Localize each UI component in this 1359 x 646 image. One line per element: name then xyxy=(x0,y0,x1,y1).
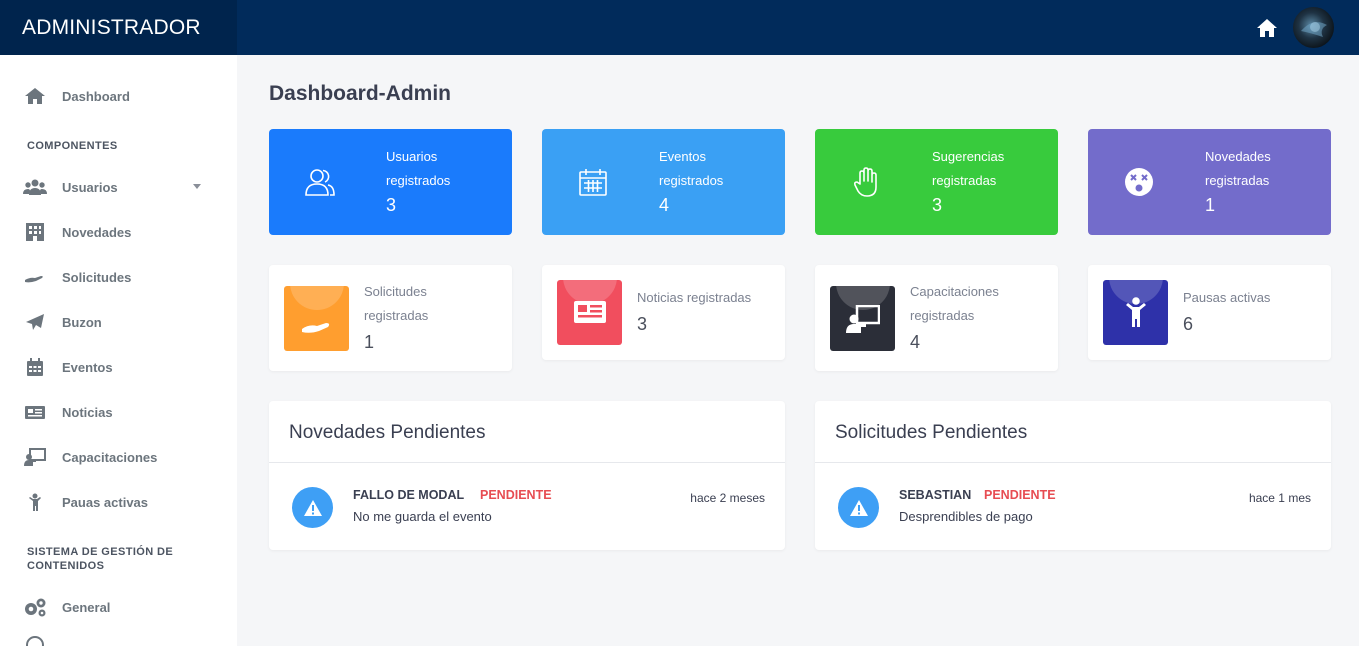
stat-label: Eventos registrados xyxy=(659,149,724,188)
dizzy-face-icon xyxy=(1122,165,1156,199)
item-description: Desprendibles de pago xyxy=(899,509,1033,524)
stat-card-novedades[interactable]: Novedades registradas 1 xyxy=(1088,129,1331,235)
panel-title: Solicitudes Pendientes xyxy=(835,422,1028,443)
child-icon xyxy=(23,491,47,513)
panel-solicitudes-pendientes: Solicitudes Pendientes SEBASTIAN PENDIEN… xyxy=(815,401,1331,550)
paper-plane-icon xyxy=(23,311,47,333)
sidebar-item-label: Pauas activas xyxy=(62,494,149,510)
stat-value: 1 xyxy=(364,332,375,352)
home-icon xyxy=(23,85,47,107)
panel-header: Solicitudes Pendientes xyxy=(815,401,1331,463)
stat-card-sugerencias[interactable]: Sugerencias registradas 3 xyxy=(815,129,1058,235)
sidebar-item-novedades[interactable]: Novedades xyxy=(0,212,237,252)
sidebar-item-dashboard[interactable]: Dashboard xyxy=(0,76,237,116)
section-sistema: SISTEMA DE GESTIÓN DE CONTENIDOS xyxy=(27,545,173,573)
panel-novedades-pendientes: Novedades Pendientes FALLO DE MODAL PEND… xyxy=(269,401,785,550)
sidebar-item-general[interactable]: General xyxy=(0,587,237,627)
child-icon xyxy=(1124,297,1148,332)
sidebar-item-partial[interactable] xyxy=(0,630,237,646)
section-sistema-line2: CONTENIDOS xyxy=(27,560,105,572)
stat-value: 3 xyxy=(637,314,648,334)
item-name[interactable]: SEBASTIAN xyxy=(899,488,971,502)
brand-title[interactable]: ADMINISTRADOR xyxy=(0,0,237,55)
item-name[interactable]: FALLO DE MODAL xyxy=(353,488,464,502)
sidebar-item-label: Capacitaciones xyxy=(62,449,158,465)
sidebar-item-eventos[interactable]: Eventos xyxy=(0,347,237,387)
chalkboard-teacher-icon xyxy=(23,446,47,468)
stat-label: Pausas activas xyxy=(1183,290,1271,305)
home-icon[interactable] xyxy=(1256,18,1278,38)
stat-label: Noticias registradas xyxy=(637,290,752,305)
stat-card-capacitaciones[interactable]: Capacitaciones registradas 4 xyxy=(815,265,1058,371)
sidebar-item-capacitaciones[interactable]: Capacitaciones xyxy=(0,437,237,477)
item-time: hace 1 mes xyxy=(1248,491,1311,505)
tile-solicitudes xyxy=(284,286,349,351)
stat-card-eventos[interactable]: Eventos registrados 4 xyxy=(542,129,785,235)
hand-holding-icon xyxy=(300,317,334,340)
cogs-icon xyxy=(23,596,47,618)
chalkboard-teacher-icon xyxy=(845,304,880,338)
user-avatar[interactable] xyxy=(1293,7,1334,48)
sidebar-item-solicitudes[interactable]: Solicitudes xyxy=(0,257,237,297)
stat-value: 3 xyxy=(932,195,943,215)
section-sistema-line1: SISTEMA DE GESTIÓN DE xyxy=(27,546,174,558)
sidebar-item-label: Novedades xyxy=(62,224,132,240)
item-time: hace 2 meses xyxy=(690,491,765,505)
calendar-icon xyxy=(576,165,610,199)
stat-card-usuarios[interactable]: Usuarios registrados 3 xyxy=(269,129,512,235)
hand-paper-icon xyxy=(849,165,883,199)
top-navbar: ADMINISTRADOR xyxy=(0,0,1359,55)
status-badge: PENDIENTE xyxy=(480,488,552,502)
sidebar-item-label: Noticias xyxy=(62,404,113,420)
stat-label: Sugerencias registradas xyxy=(932,149,1005,188)
sidebar-item-pausas-activas[interactable]: Pauas activas xyxy=(0,482,237,522)
stat-label: Usuarios registrados xyxy=(386,149,451,188)
item-description: No me guarda el evento xyxy=(353,509,492,524)
sidebar: Dashboard COMPONENTES Usuarios Novedades… xyxy=(0,55,237,646)
stat-value: 6 xyxy=(1183,314,1194,334)
sidebar-item-label: Dashboard xyxy=(62,88,130,104)
hand-holding-icon xyxy=(23,266,47,288)
sidebar-item-label: Solicitudes xyxy=(62,269,132,285)
stat-value: 1 xyxy=(1205,195,1216,215)
stat-label: Solicitudes registradas xyxy=(364,284,429,323)
section-componentes: COMPONENTES xyxy=(27,140,118,152)
newspaper-icon xyxy=(23,401,47,423)
sidebar-item-buzon[interactable]: Buzon xyxy=(0,302,237,342)
page-title: Dashboard-Admin xyxy=(269,82,452,105)
caret-down-icon xyxy=(193,184,201,189)
sidebar-item-noticias[interactable]: Noticias xyxy=(0,392,237,432)
circle-icon xyxy=(23,634,47,646)
stat-card-solicitudes[interactable]: Solicitudes registradas 1 xyxy=(269,265,512,371)
tile-pausas-activas xyxy=(1103,280,1168,345)
stat-label: Novedades registradas xyxy=(1205,149,1271,188)
status-badge: PENDIENTE xyxy=(984,488,1056,502)
panel-header: Novedades Pendientes xyxy=(269,401,785,463)
sidebar-item-label: Buzon xyxy=(62,314,102,330)
panel-title: Novedades Pendientes xyxy=(289,422,486,443)
stat-card-pausas-activas[interactable]: Pausas activas 6 xyxy=(1088,265,1331,360)
sidebar-item-label: Usuarios xyxy=(62,179,118,195)
stat-card-noticias[interactable]: Noticias registradas 3 xyxy=(542,265,785,360)
stat-value: 4 xyxy=(910,332,921,352)
warning-icon xyxy=(292,487,333,528)
building-icon xyxy=(23,221,47,243)
tile-capacitaciones xyxy=(830,286,895,351)
sidebar-item-label: General xyxy=(62,599,111,615)
calendar-icon xyxy=(23,356,47,378)
stat-value: 3 xyxy=(386,195,397,215)
user-friends-icon xyxy=(303,165,337,199)
warning-icon xyxy=(838,487,879,528)
users-icon xyxy=(23,176,47,198)
stat-value: 4 xyxy=(659,195,670,215)
tile-noticias xyxy=(557,280,622,345)
stat-label: Capacitaciones registradas xyxy=(910,284,999,323)
sidebar-item-label: Eventos xyxy=(62,359,113,375)
sidebar-item-usuarios[interactable]: Usuarios xyxy=(0,167,237,207)
newspaper-icon xyxy=(573,300,607,329)
